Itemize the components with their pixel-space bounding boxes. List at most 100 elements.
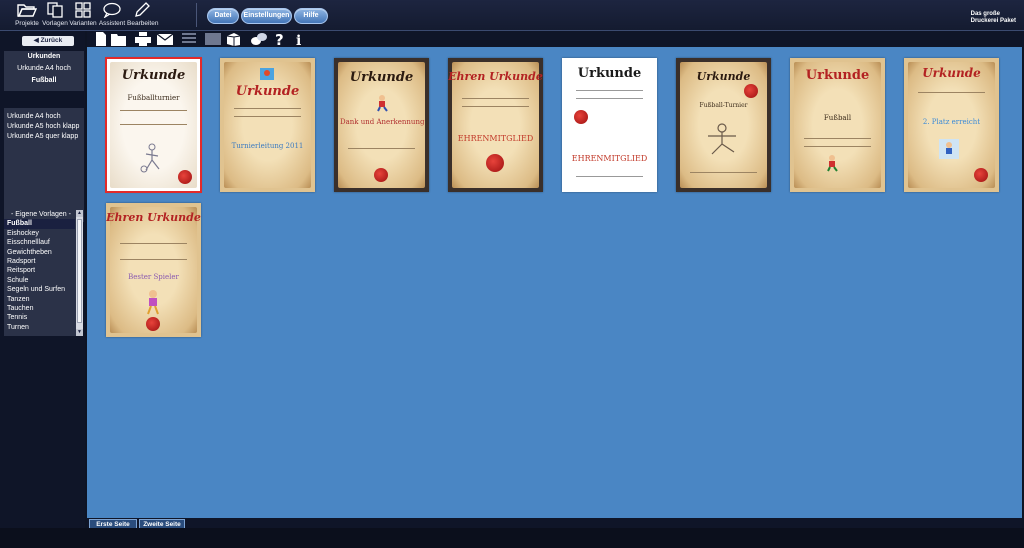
status-bar (0, 528, 1024, 548)
template-item[interactable]: Reitsport (4, 266, 75, 275)
certificate-title: Ehren Urkunde (448, 70, 543, 83)
template-item[interactable]: Tauchen (4, 304, 75, 313)
format-panel: Urkunde A4 hoch Urkunde A5 hoch klapp Ur… (4, 108, 84, 222)
certificate-text: Fußball-Turnier (699, 102, 748, 109)
soccer-figure-icon (377, 95, 388, 112)
certificate-line (120, 124, 187, 125)
toolbar-assistent[interactable]: Assistent (97, 2, 127, 27)
toolbar-bearbeiten[interactable]: Bearbeiten (127, 2, 159, 27)
certificate-line (918, 92, 985, 93)
certificate-title: Urkunde (235, 84, 300, 99)
certificate-title: Urkunde (121, 68, 186, 83)
category-panel: Urkunden Urkunde A4 hoch Fußball (4, 51, 84, 91)
sidebar: ◀ Zurück Urkunden Urkunde A4 hoch Fußbal… (0, 31, 85, 528)
player-sketch-icon (708, 123, 736, 155)
pen-icon (135, 2, 150, 17)
scroll-up-icon[interactable]: ▲ (76, 210, 83, 217)
certificate-text: Fußballturnier (127, 94, 180, 102)
template-thumbnail[interactable]: Urkunde Fußball-Turnier (676, 58, 771, 192)
template-thumbnail[interactable]: Urkunde 2. Platz erreicht (904, 58, 999, 192)
certificate-title: Urkunde (922, 66, 981, 80)
top-toolbar: Projekte Vorlagen Varianten Assistent Be… (0, 0, 1024, 31)
template-thumbnail[interactable]: Ehren Urkunde Bester Spieler (106, 203, 201, 337)
wax-seal-icon (574, 110, 588, 124)
scroll-thumb[interactable] (77, 219, 82, 323)
scroll-down-icon[interactable]: ▼ (76, 329, 83, 336)
template-item[interactable]: Radsport (4, 257, 75, 266)
toolbar-label: Projekte (15, 20, 39, 27)
image-icon[interactable] (205, 32, 221, 46)
info-icon[interactable]: i (291, 32, 307, 46)
certificate-line (234, 116, 301, 117)
template-item[interactable]: Tennis (4, 313, 75, 322)
category-fussball[interactable]: Fußball (4, 75, 84, 87)
toolbar-label: Bearbeiten (127, 20, 159, 27)
email-icon[interactable] (157, 32, 173, 46)
template-item[interactable]: Tanzen (4, 295, 75, 304)
template-item[interactable]: Schule (4, 276, 75, 285)
brand-label: Das große Druckerei Paket (971, 11, 1016, 25)
print-icon[interactable] (135, 32, 151, 46)
wax-seal-icon (178, 170, 192, 184)
svg-text:i: i (296, 33, 301, 46)
certificate-text: Fußball (823, 114, 852, 122)
arrow-left-icon: ◀ (33, 37, 41, 44)
back-label: Zurück (40, 37, 63, 44)
category-urkunden[interactable]: Urkunden (4, 51, 84, 63)
certificate-text: EHRENMITGLIED (457, 134, 534, 143)
certificate-title: Urkunde (696, 70, 751, 83)
template-item[interactable]: Turnen (4, 323, 75, 332)
template-item[interactable]: Fußball (4, 219, 75, 229)
format-item[interactable]: Urkunde A4 hoch (4, 112, 84, 122)
toolbar-vorlagen[interactable]: Vorlagen (40, 2, 70, 27)
template-thumbnail[interactable]: Ehren Urkunde EHRENMITGLIED (448, 58, 543, 192)
toolbar-projekte[interactable]: Projekte (12, 2, 42, 27)
template-scrollbar[interactable]: ▲ ▼ (76, 210, 83, 336)
template-item[interactable]: Eishockey (4, 229, 75, 238)
soccer-figure-icon (939, 139, 959, 159)
category-urkunde-a4-hoch[interactable]: Urkunde A4 hoch (4, 63, 84, 75)
template-list-header: - Eigene Vorlagen - (11, 211, 71, 218)
toolbar-divider (196, 3, 197, 27)
toolbar-label: Varianten (69, 20, 97, 27)
soccer-figure-icon (827, 155, 838, 172)
certificate-title: Ehren Urkunde (106, 211, 201, 224)
svg-text:?: ? (275, 32, 284, 46)
chat-icon[interactable] (251, 32, 267, 46)
certificate-line (576, 90, 643, 91)
template-thumbnail[interactable]: Urkunde Fußballturnier (105, 57, 202, 193)
open-folder-icon[interactable] (111, 32, 127, 46)
format-item[interactable]: Urkunde A5 quer klapp (4, 132, 84, 142)
soccer-figure-icon (260, 68, 274, 80)
template-item[interactable]: Eisschnelllauf (4, 238, 75, 247)
certificate-line (348, 148, 415, 149)
menu-hilfe[interactable]: Hilfe (294, 8, 328, 24)
certificate-line (120, 110, 187, 111)
folder-open-icon (17, 4, 37, 17)
template-item[interactable]: Segeln und Surfen (4, 285, 75, 294)
toolbar-varianten[interactable]: Varianten (68, 2, 98, 27)
new-document-icon[interactable] (93, 32, 109, 46)
template-item[interactable]: Gewichtheben (4, 248, 75, 257)
template-thumbnail[interactable]: Urkunde EHRENMITGLIED (562, 58, 657, 192)
template-gallery: Urkunde Fußballturnier Urkunde Turnierle… (87, 47, 1022, 517)
certificate-title: Urkunde (577, 66, 642, 81)
template-list-panel: - Eigene Vorlagen - Fußball Eishockey Ei… (4, 210, 83, 336)
brand-line: Das große (970, 11, 1000, 17)
wax-seal-icon (374, 168, 388, 182)
template-thumbnail[interactable]: Urkunde Dank und Anerkennung (334, 58, 429, 192)
back-button[interactable]: ◀ Zurück (22, 36, 74, 46)
template-thumbnail[interactable]: Urkunde Fußball (790, 58, 885, 192)
template-thumbnail[interactable]: Urkunde Turnierleitung 2011 (220, 58, 315, 192)
certificate-line (120, 259, 187, 260)
certificate-line (462, 98, 529, 99)
list-icon[interactable] (181, 32, 197, 46)
cube-icon[interactable] (225, 32, 241, 46)
certificate-line (576, 176, 643, 177)
menu-einstellungen[interactable]: Einstellungen (241, 8, 292, 24)
help-icon[interactable]: ? (271, 32, 287, 46)
menu-datei[interactable]: Datei (207, 8, 239, 24)
format-item[interactable]: Urkunde A5 hoch klapp (4, 122, 84, 132)
copy-icon (47, 2, 63, 18)
certificate-line (120, 243, 187, 244)
